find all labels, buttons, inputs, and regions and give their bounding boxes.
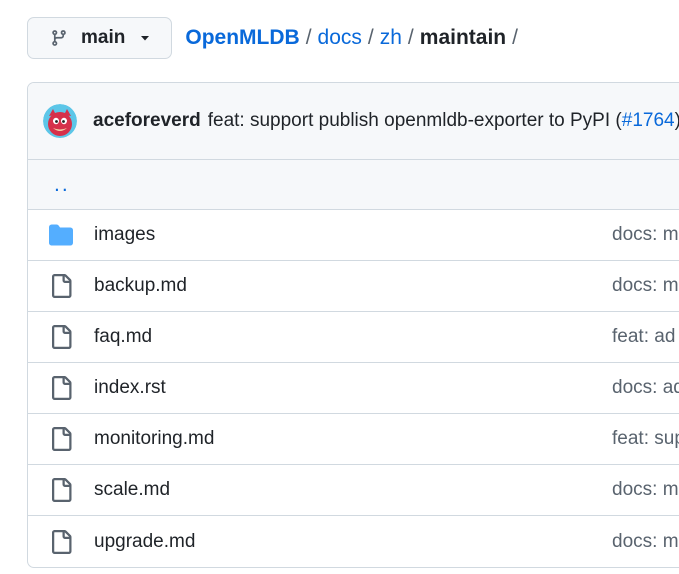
file-row[interactable]: index.rst docs: ad bbox=[28, 363, 679, 414]
file-icon bbox=[52, 376, 72, 400]
breadcrumb-repo-link[interactable]: OpenMLDB bbox=[185, 26, 299, 50]
repo-header: main OpenMLDB / docs / zh / maintain / bbox=[27, 16, 524, 60]
avatar-image bbox=[43, 104, 77, 138]
breadcrumb-separator: / bbox=[407, 26, 414, 49]
file-row[interactable]: monitoring.md feat: sup bbox=[28, 414, 679, 465]
file-commit-message[interactable]: docs: m bbox=[612, 479, 679, 501]
file-name-link[interactable]: faq.md bbox=[94, 326, 152, 348]
breadcrumb-zh-link[interactable]: zh bbox=[380, 26, 402, 50]
commit-message-text[interactable]: feat: support publish openmldb-exporter … bbox=[208, 110, 622, 131]
file-row[interactable]: images docs: m bbox=[28, 210, 679, 261]
file-icon bbox=[52, 529, 72, 554]
commit-pr-link[interactable]: #1764 bbox=[622, 110, 675, 131]
latest-commit-row: aceforeverd feat: support publish openml… bbox=[28, 83, 679, 160]
file-row[interactable]: scale.md docs: m bbox=[28, 465, 679, 516]
file-rows: images docs: m backup.md docs: m faq.md feat:… bbox=[28, 210, 679, 567]
breadcrumb-current: maintain bbox=[419, 26, 507, 49]
file-commit-message[interactable]: feat: sup bbox=[612, 428, 679, 450]
folder-icon bbox=[49, 224, 73, 246]
breadcrumb: OpenMLDB / docs / zh / maintain / bbox=[185, 26, 524, 50]
file-name-link[interactable]: upgrade.md bbox=[94, 531, 195, 553]
file-row[interactable]: faq.md feat: ad bbox=[28, 312, 679, 363]
file-icon bbox=[52, 427, 72, 451]
file-commit-message[interactable]: docs: ad bbox=[612, 377, 679, 399]
file-row[interactable]: upgrade.md docs: m bbox=[28, 516, 679, 567]
file-commit-message[interactable]: docs: m bbox=[612, 224, 679, 246]
breadcrumb-separator: / bbox=[512, 26, 518, 49]
file-name-link[interactable]: backup.md bbox=[94, 275, 187, 297]
branch-label: main bbox=[81, 27, 126, 48]
file-commit-message[interactable]: docs: m bbox=[612, 531, 679, 553]
git-branch-icon bbox=[52, 30, 66, 46]
file-name-link[interactable]: monitoring.md bbox=[94, 428, 214, 450]
file-name-link[interactable]: images bbox=[94, 224, 155, 246]
file-icon bbox=[52, 478, 72, 502]
breadcrumb-separator: / bbox=[367, 26, 374, 49]
branch-selector-button[interactable]: main bbox=[27, 17, 173, 59]
file-commit-message[interactable]: feat: ad bbox=[612, 326, 675, 348]
commit-message: feat: support publish openmldb-exporter … bbox=[208, 110, 679, 132]
parent-directory-row[interactable]: .. bbox=[28, 160, 679, 210]
breadcrumb-separator: / bbox=[305, 26, 312, 49]
commit-author-link[interactable]: aceforeverd bbox=[93, 110, 201, 132]
caret-down-icon bbox=[141, 36, 150, 41]
avatar[interactable] bbox=[43, 104, 77, 138]
file-list: aceforeverd feat: support publish openml… bbox=[27, 82, 679, 568]
file-commit-message[interactable]: docs: m bbox=[612, 275, 679, 297]
parent-directory-link[interactable]: .. bbox=[54, 173, 70, 197]
file-name-link[interactable]: scale.md bbox=[94, 479, 170, 501]
commit-message-end: ) bbox=[675, 110, 679, 131]
breadcrumb-docs-link[interactable]: docs bbox=[318, 26, 362, 50]
file-name-link[interactable]: index.rst bbox=[94, 377, 166, 399]
file-row[interactable]: backup.md docs: m bbox=[28, 261, 679, 312]
file-icon bbox=[52, 325, 72, 349]
file-icon bbox=[52, 274, 72, 298]
